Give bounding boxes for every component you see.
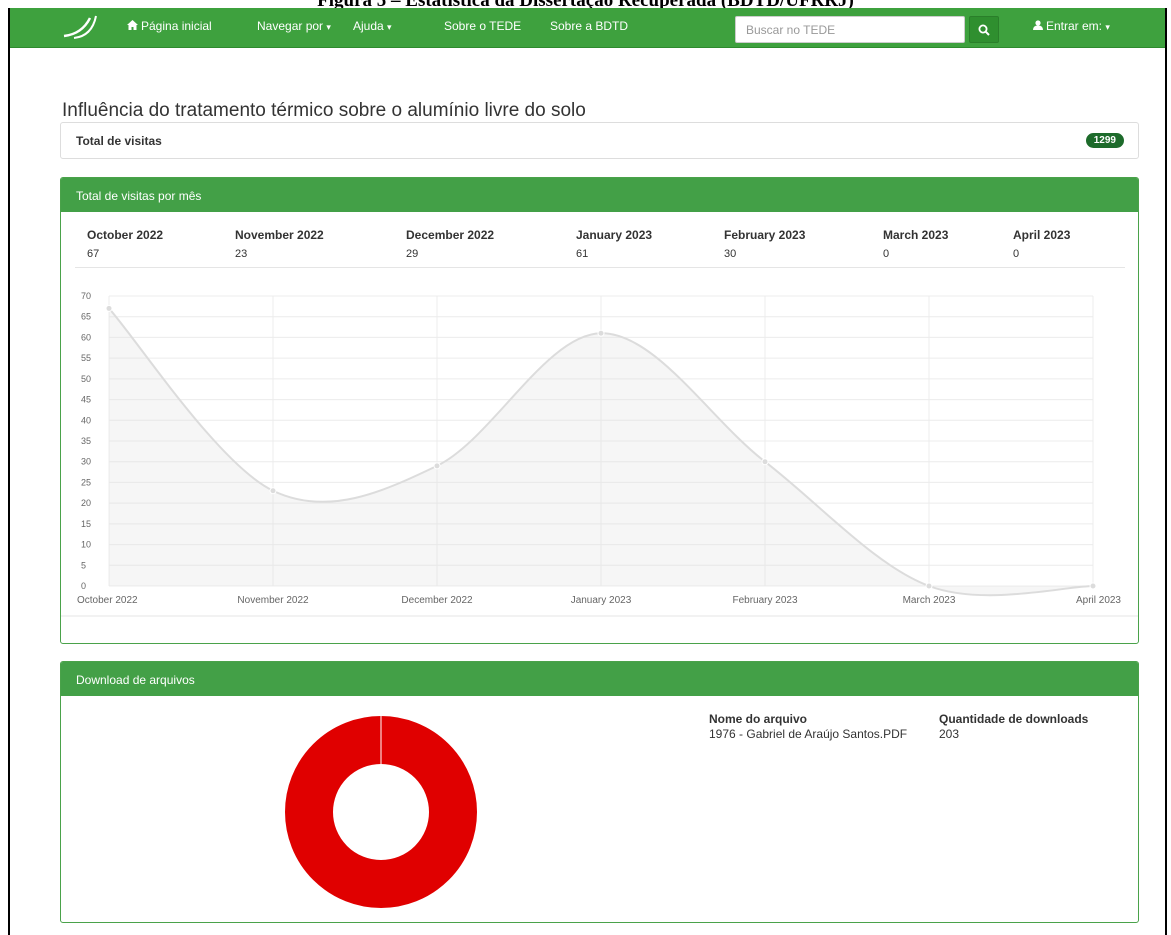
search-input[interactable] — [735, 16, 965, 43]
month-column: December 2022 29 — [406, 228, 494, 260]
downloads-donut-chart — [285, 716, 477, 908]
caret-down-icon: ▾ — [326, 22, 331, 32]
y-tick-label: 60 — [81, 332, 91, 342]
month-value: 23 — [235, 248, 248, 260]
downloads-panel-heading: Download de arquivos — [61, 662, 1138, 696]
data-point — [925, 582, 933, 590]
total-visits-box: Total de visitas 1299 — [60, 122, 1139, 159]
download-file-name[interactable]: 1976 - Gabriel de Araújo Santos.PDF — [709, 727, 907, 741]
user-icon — [1033, 19, 1043, 33]
month-column: January 2023 61 — [576, 228, 652, 260]
y-tick-label: 65 — [81, 312, 91, 322]
month-column: February 2023 30 — [724, 228, 805, 260]
column-header-count: Quantidade de downloads — [939, 712, 1089, 726]
y-tick-label: 55 — [81, 353, 91, 363]
search-button[interactable] — [969, 16, 999, 43]
data-point — [597, 329, 605, 337]
top-navbar: Página inicial Navegar por ▾ Ajuda ▾ Sob… — [10, 8, 1165, 48]
total-visits-label: Total de visitas — [76, 134, 162, 148]
months-table: October 2022 67 November 2022 23 Decembe… — [75, 228, 1125, 268]
y-tick-label: 15 — [81, 519, 91, 529]
nav-login-label: Entrar em: — [1046, 19, 1103, 33]
y-tick-label: 50 — [81, 374, 91, 384]
month-value: 0 — [883, 248, 890, 260]
y-tick-label: 5 — [81, 560, 86, 570]
data-point — [269, 487, 277, 495]
month-value: 61 — [576, 248, 589, 260]
month-value: 67 — [87, 248, 100, 260]
y-tick-label: 35 — [81, 436, 91, 446]
logo-icon[interactable] — [60, 12, 106, 42]
downloads-panel: Download de arquivos Nome do arquivo Qua… — [60, 661, 1139, 923]
caret-down-icon: ▾ — [387, 22, 392, 32]
x-tick-label: February 2023 — [732, 595, 797, 606]
data-point — [1089, 582, 1097, 590]
nav-about-tede[interactable]: Sobre o TEDE — [444, 19, 521, 33]
home-icon — [127, 19, 138, 33]
nav-browse[interactable]: Navegar por ▾ — [257, 19, 331, 33]
visits-panel-heading: Total de visitas por mês — [61, 178, 1138, 212]
y-tick-label: 0 — [81, 581, 86, 591]
month-name: February 2023 — [724, 228, 806, 242]
total-visits-badge: 1299 — [1085, 133, 1124, 148]
month-name: April 2023 — [1013, 228, 1071, 242]
month-value: 30 — [724, 248, 737, 260]
month-name: December 2022 — [406, 228, 495, 242]
x-tick-label: December 2022 — [401, 595, 473, 606]
page-title: Influência do tratamento térmico sobre o… — [62, 100, 586, 121]
x-tick-label: January 2023 — [571, 595, 632, 606]
month-column: October 2022 67 — [87, 228, 163, 260]
download-count: 203 — [939, 727, 960, 741]
visits-area-chart: 0 5 10 15 20 25 30 35 40 45 50 55 60 65 70 October 2022… — [61, 291, 1138, 617]
month-column: November 2022 23 — [235, 228, 324, 260]
y-tick-label: 25 — [81, 477, 91, 487]
nav-about-bdtd[interactable]: Sobre a BDTD — [550, 19, 628, 33]
data-point — [761, 458, 769, 466]
y-tick-label: 70 — [81, 291, 91, 301]
nav-browse-label: Navegar por — [257, 19, 324, 33]
data-point — [433, 462, 441, 470]
data-point — [105, 304, 113, 312]
y-tick-label: 10 — [81, 540, 91, 550]
nav-help[interactable]: Ajuda ▾ — [353, 19, 392, 33]
column-header-file: Nome do arquivo — [709, 712, 808, 726]
month-value: 29 — [406, 248, 419, 260]
nav-help-label: Ajuda — [353, 19, 384, 33]
month-name: March 2023 — [883, 228, 949, 242]
nav-home[interactable]: Página inicial — [127, 19, 212, 33]
month-column: March 2023 0 — [883, 228, 948, 260]
nav-login[interactable]: Entrar em: ▾ — [1033, 19, 1110, 33]
downloads-table: Nome do arquivo Quantidade de downloads … — [709, 712, 1129, 752]
y-tick-label: 40 — [81, 415, 91, 425]
x-tick-label: October 2022 — [77, 595, 138, 606]
month-column: April 2023 0 — [1013, 228, 1070, 260]
month-name: October 2022 — [87, 228, 164, 242]
y-tick-label: 20 — [81, 498, 91, 508]
nav-home-label: Página inicial — [141, 19, 212, 33]
y-tick-label: 30 — [81, 457, 91, 467]
x-tick-label: November 2022 — [237, 595, 309, 606]
month-name: January 2023 — [576, 228, 653, 242]
visits-per-month-panel: Total de visitas por mês October 2022 67… — [60, 177, 1139, 644]
caret-down-icon: ▾ — [1105, 22, 1110, 32]
browser-frame: Página inicial Navegar por ▾ Ajuda ▾ Sob… — [8, 8, 1167, 935]
area-fill — [109, 308, 1093, 596]
month-name: November 2022 — [235, 228, 324, 242]
x-tick-label: April 2023 — [1076, 595, 1121, 606]
figure-caption: Figura 5 – Estatística da Dissertação Re… — [0, 0, 1171, 8]
x-tick-label: March 2023 — [903, 595, 956, 606]
search-icon — [978, 24, 990, 36]
month-value: 0 — [1013, 248, 1020, 260]
y-tick-label: 45 — [81, 395, 91, 405]
